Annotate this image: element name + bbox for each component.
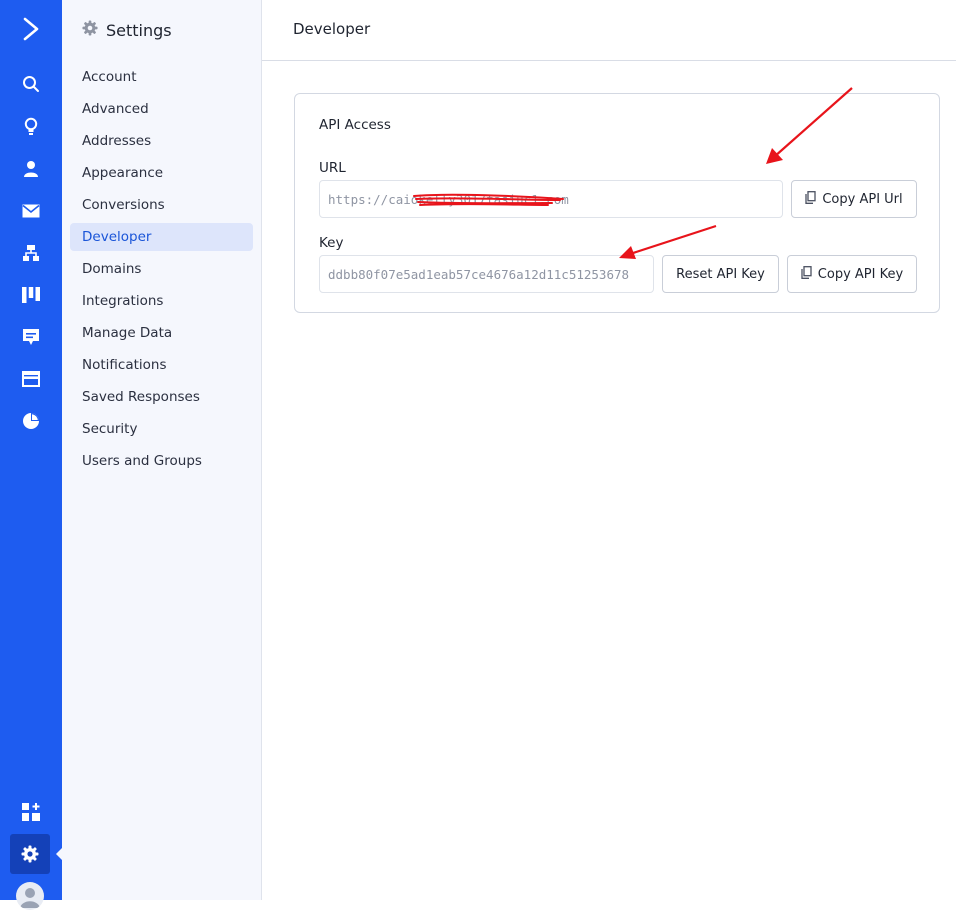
search-icon[interactable] <box>0 70 62 98</box>
conversations-icon[interactable] <box>0 323 62 351</box>
email-icon[interactable] <box>0 197 62 225</box>
pipeline-icon[interactable] <box>0 281 62 309</box>
automation-icon[interactable] <box>0 239 62 267</box>
api-url-field[interactable]: https://caiokelly3017fasiuc1.com <box>319 180 783 218</box>
settings-sidebar: Settings Account Advanced Addresses Appe… <box>62 0 262 900</box>
key-label: Key <box>319 235 344 251</box>
apps-icon[interactable] <box>0 798 62 826</box>
avatar[interactable] <box>16 882 44 910</box>
url-label: URL <box>319 160 346 176</box>
sidebar-item-domains[interactable]: Domains <box>70 255 253 283</box>
settings-nav: Account Advanced Addresses Appearance Co… <box>70 63 253 479</box>
sidebar-item-appearance[interactable]: Appearance <box>70 159 253 187</box>
sidebar-item-notifications[interactable]: Notifications <box>70 351 253 379</box>
sidebar-item-account[interactable]: Account <box>70 63 253 91</box>
reset-api-key-button[interactable]: Reset API Key <box>662 255 779 293</box>
card-title: API Access <box>319 117 391 133</box>
sidebar-item-saved-responses[interactable]: Saved Responses <box>70 383 253 411</box>
sidebar-item-advanced[interactable]: Advanced <box>70 95 253 123</box>
settings-icon[interactable] <box>10 834 50 874</box>
sidebar-item-manage-data[interactable]: Manage Data <box>70 319 253 347</box>
gear-icon <box>82 20 98 40</box>
site-icon[interactable] <box>0 365 62 393</box>
icon-rail <box>0 0 63 910</box>
sidebar-item-security[interactable]: Security <box>70 415 253 443</box>
sidebar-item-conversions[interactable]: Conversions <box>70 191 253 219</box>
copy-api-url-label: Copy API Url <box>822 191 903 207</box>
copy-api-key-label: Copy API Key <box>817 266 904 282</box>
api-access-card: API Access URL https://caiokelly3017fasi… <box>294 93 940 313</box>
copy-icon <box>801 265 812 283</box>
logo-icon[interactable] <box>0 15 62 43</box>
sidebar-item-developer[interactable]: Developer <box>70 223 253 251</box>
copy-api-url-button[interactable]: Copy API Url <box>791 180 917 218</box>
contacts-icon[interactable] <box>0 155 62 183</box>
sidebar-item-integrations[interactable]: Integrations <box>70 287 253 315</box>
sidebar-item-addresses[interactable]: Addresses <box>70 127 253 155</box>
sidebar-item-users-and-groups[interactable]: Users and Groups <box>70 447 253 475</box>
copy-api-key-button[interactable]: Copy API Key <box>787 255 917 293</box>
lightbulb-icon[interactable] <box>0 113 62 141</box>
copy-icon <box>805 190 817 208</box>
settings-header: Settings <box>82 18 172 42</box>
reports-icon[interactable] <box>0 407 62 435</box>
page-header: Developer <box>262 0 956 61</box>
api-key-field[interactable]: ddbb80f07e5ad1eab57ce4676a12d11c51253678 <box>319 255 654 293</box>
settings-title: Settings <box>106 20 172 40</box>
page-title: Developer <box>293 20 371 38</box>
